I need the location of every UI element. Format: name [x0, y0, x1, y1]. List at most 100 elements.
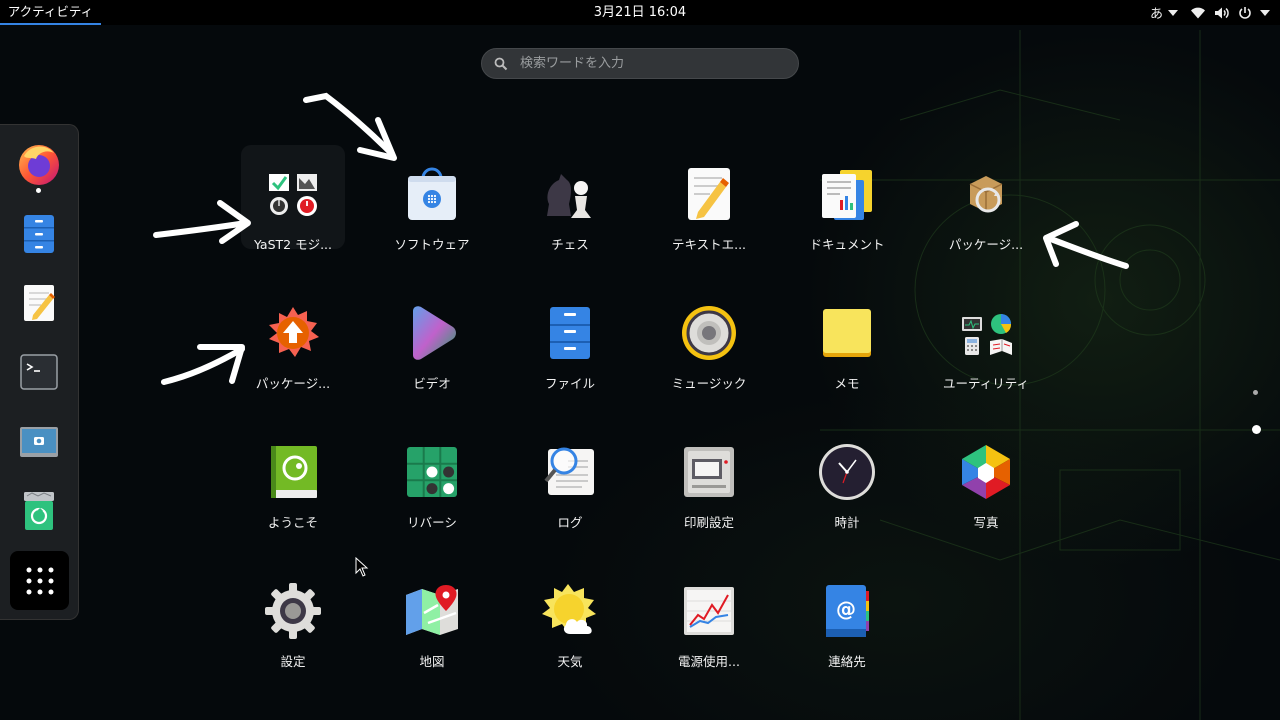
app-label: 連絡先 — [828, 654, 866, 669]
screenshot-icon — [20, 427, 58, 457]
app-clock[interactable]: 時計 — [795, 430, 899, 542]
chess-icon — [538, 162, 602, 226]
app-label: ドキュメント — [809, 237, 885, 252]
text-editor-icon — [677, 162, 741, 226]
chevron-down-icon — [1260, 9, 1270, 16]
app-label: ビデオ — [413, 376, 451, 391]
dash-item-screenshot[interactable] — [14, 417, 64, 467]
app-label: 地図 — [419, 654, 445, 669]
app-label: パッケージ... — [255, 376, 331, 391]
page-indicator-1[interactable] — [1253, 390, 1258, 395]
printer-icon — [677, 440, 741, 504]
app-logs[interactable]: ログ — [518, 430, 622, 542]
dash-item-text-editor[interactable] — [14, 278, 64, 328]
volume-icon — [1215, 7, 1229, 18]
app-label: チェス — [551, 237, 589, 252]
annotation-arrow — [1043, 221, 1129, 269]
firefox-icon — [19, 145, 59, 185]
app-label: 天気 — [557, 654, 583, 669]
app-label: ようこそ — [267, 515, 318, 530]
mouse-pointer-icon — [355, 557, 369, 577]
app-grid-icon — [26, 567, 53, 594]
app-label: ユーティリティ — [942, 376, 1029, 391]
files-cabinet-icon — [538, 301, 602, 365]
photos-icon — [954, 440, 1018, 504]
app-utilities[interactable]: ユーティリティ — [934, 291, 1038, 403]
video-play-icon — [400, 301, 464, 365]
system-menu[interactable] — [1184, 0, 1280, 25]
package-update-icon — [954, 162, 1018, 226]
app-package-update[interactable]: パッケージ... — [934, 152, 1038, 264]
dash-item-terminal[interactable] — [14, 347, 64, 397]
dash-item-trash[interactable] — [14, 486, 64, 536]
trash-recycle-icon — [24, 492, 54, 530]
dash-item-firefox[interactable] — [14, 139, 64, 189]
app-document-viewer[interactable]: ドキュメント — [795, 152, 899, 264]
app-label: ソフトウェア — [394, 237, 470, 252]
search-icon — [494, 57, 508, 70]
system-tray: あ — [1144, 0, 1280, 25]
annotation-arrow — [161, 344, 245, 385]
app-photos[interactable]: 写真 — [934, 430, 1038, 542]
app-notes[interactable]: メモ — [795, 291, 899, 403]
settings-gear-icon — [261, 579, 325, 643]
input-method-label: あ — [1149, 7, 1163, 22]
power-icon — [1239, 6, 1251, 19]
clock-date-menu[interactable]: 3月21日 16:04 — [560, 0, 720, 25]
app-label: ログ — [557, 515, 583, 530]
search-bar[interactable] — [481, 48, 799, 79]
app-label: メモ — [834, 376, 860, 391]
logs-icon — [538, 440, 602, 504]
activities-button[interactable]: アクティビティ — [0, 0, 101, 25]
app-welcome[interactable]: ようこそ — [241, 430, 345, 542]
app-label: パッケージ... — [948, 237, 1024, 252]
dash — [0, 124, 79, 620]
search-input[interactable] — [518, 55, 772, 72]
app-label: ファイル — [544, 376, 595, 391]
chevron-down-icon — [1168, 9, 1178, 16]
app-settings[interactable]: 設定 — [241, 569, 345, 681]
terminal-icon — [20, 354, 58, 390]
clock-icon — [815, 440, 879, 504]
wifi-icon — [1191, 7, 1205, 19]
app-music[interactable]: ミュージック — [657, 291, 761, 403]
app-contacts[interactable]: @ 連絡先 — [795, 569, 899, 681]
page-indicator-2[interactable] — [1252, 425, 1261, 434]
app-label: 電源使用... — [678, 654, 740, 669]
files-cabinet-icon — [24, 215, 54, 253]
running-indicator — [36, 188, 41, 193]
utilities-folder-icon — [954, 301, 1018, 365]
reversi-icon — [400, 440, 464, 504]
input-method-menu[interactable]: あ — [1144, 0, 1184, 25]
app-weather[interactable]: 天気 — [518, 569, 622, 681]
package-updater-icon — [261, 301, 325, 365]
document-viewer-icon — [815, 162, 879, 226]
app-chess[interactable]: チェス — [518, 152, 622, 264]
music-speaker-icon — [677, 301, 741, 365]
top-bar: アクティビティ 3月21日 16:04 あ — [0, 0, 1280, 25]
show-applications-button[interactable] — [10, 551, 69, 610]
weather-icon — [538, 579, 602, 643]
annotation-arrow — [303, 92, 397, 161]
contacts-icon: @ — [815, 579, 879, 643]
app-text-editor[interactable]: テキストエ... — [657, 152, 761, 264]
dash-item-files[interactable] — [14, 209, 64, 259]
app-label: 設定 — [280, 654, 306, 669]
app-label: 時計 — [834, 515, 860, 530]
app-maps[interactable]: 地図 — [380, 569, 484, 681]
app-package-updater[interactable]: パッケージ... — [241, 291, 345, 403]
app-reversi[interactable]: リバーシ — [380, 430, 484, 542]
power-statistics-icon — [677, 579, 741, 643]
app-printer-settings[interactable]: 印刷設定 — [657, 430, 761, 542]
app-power-statistics[interactable]: 電源使用... — [657, 569, 761, 681]
app-label: 印刷設定 — [683, 515, 734, 530]
app-files[interactable]: ファイル — [518, 291, 622, 403]
app-video[interactable]: ビデオ — [380, 291, 484, 403]
text-editor-icon — [24, 285, 55, 321]
maps-icon — [400, 579, 464, 643]
app-label: 写真 — [973, 515, 999, 530]
svg-text:@: @ — [836, 597, 856, 621]
app-label: YaST2 モジ... — [254, 237, 332, 252]
sticky-notes-icon — [815, 301, 879, 365]
app-label: ミュージック — [671, 376, 747, 391]
